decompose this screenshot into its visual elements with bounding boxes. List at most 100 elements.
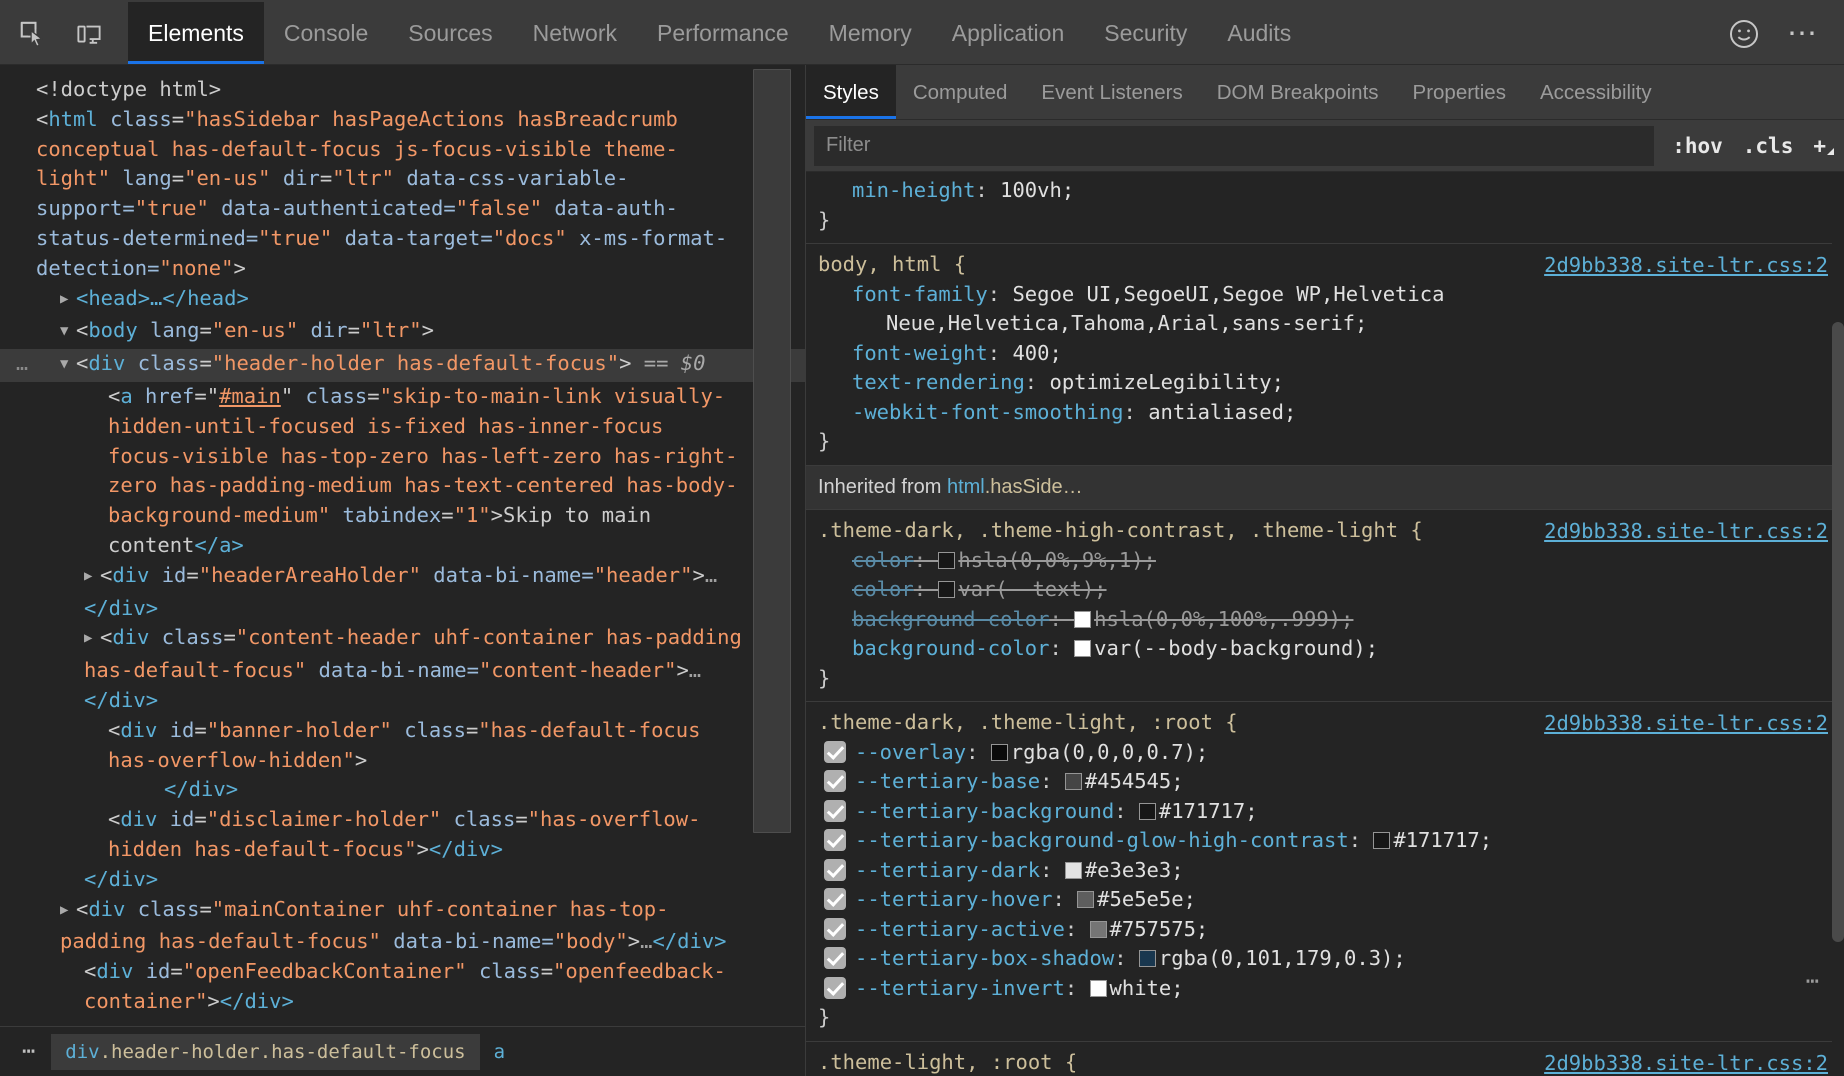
chevron-right-icon[interactable]: ▶ — [84, 624, 100, 654]
style-rule-origin-link[interactable]: 2d9bb338.site-ltr.css:2 — [1544, 251, 1828, 281]
tab-console[interactable]: Console — [264, 2, 388, 65]
declaration-webkit-font-smoothing[interactable]: -webkit-font-smoothing: antialiased; — [818, 398, 1834, 428]
declaration-color-var[interactable]: color: var(--text); — [818, 575, 1834, 605]
tab-event-listeners[interactable]: Event Listeners — [1024, 65, 1199, 120]
dom-gutter-overflow-icon[interactable]: … — [16, 349, 30, 379]
tab-memory[interactable]: Memory — [809, 2, 932, 65]
tab-sources[interactable]: Sources — [388, 2, 512, 65]
style-rule-selector[interactable]: body, html { — [818, 252, 966, 276]
dom-line-openfeedback[interactable]: <div id="openFeedbackContainer" class="o… — [14, 957, 745, 1017]
color-swatch[interactable] — [1077, 891, 1094, 908]
chevron-right-icon[interactable]: ▶ — [60, 896, 76, 926]
style-rule-body-html[interactable]: 2d9bb338.site-ltr.css:2 body, html { fon… — [806, 244, 1844, 466]
tab-properties[interactable]: Properties — [1396, 65, 1523, 120]
dom-line-html[interactable]: <html class="hasSidebar hasPageActions h… — [14, 105, 745, 284]
declaration-checkbox[interactable] — [824, 947, 846, 969]
style-rule-theme-light[interactable]: 2d9bb338.site-ltr.css:2 .theme-light, :r… — [806, 1042, 1844, 1076]
declaration-checkbox[interactable] — [824, 918, 846, 940]
declaration-overlay[interactable]: --overlay: rgba(0,0,0,0.7); — [818, 738, 1834, 768]
declaration-tertiary-box-shadow[interactable]: --tertiary-box-shadow: rgba(0,101,179,0.… — [818, 944, 1834, 974]
dom-line-selected-header-holder[interactable]: ▼<div class="header-holder has-default-f… — [0, 349, 805, 382]
declaration-text-rendering[interactable]: text-rendering: optimizeLegibility; — [818, 368, 1834, 398]
tab-audits[interactable]: Audits — [1207, 2, 1311, 65]
dom-line-body[interactable]: ▼<body lang="en-us" dir="ltr"> — [14, 316, 745, 349]
tab-computed[interactable]: Computed — [896, 65, 1025, 120]
color-swatch[interactable] — [1065, 862, 1082, 879]
dom-line-skip-link[interactable]: <a href="#main" class="skip-to-main-link… — [14, 382, 745, 561]
color-swatch[interactable] — [1090, 980, 1107, 997]
color-swatch[interactable] — [1074, 611, 1091, 628]
dom-tree-scrollbar-thumb[interactable] — [753, 69, 791, 833]
color-swatch[interactable] — [1139, 803, 1156, 820]
style-rule-origin-link[interactable]: 2d9bb338.site-ltr.css:2 — [1544, 517, 1828, 547]
styles-rules-list[interactable]: min-height: 100vh; } 2d9bb338.site-ltr.c… — [806, 172, 1844, 1076]
style-rule-origin-link[interactable]: 2d9bb338.site-ltr.css:2 — [1544, 709, 1828, 739]
color-swatch[interactable] — [1090, 921, 1107, 938]
dom-line-doctype[interactable]: <!doctype html> — [14, 75, 745, 105]
breadcrumb-overflow-icon[interactable]: ⋯ — [8, 1039, 51, 1064]
declaration-tertiary-active[interactable]: --tertiary-active: #757575; — [818, 915, 1834, 945]
style-rule-partial[interactable]: min-height: 100vh; } — [806, 172, 1844, 244]
color-swatch[interactable] — [1373, 832, 1390, 849]
declaration-tertiary-hover[interactable]: --tertiary-hover: #5e5e5e; — [818, 885, 1834, 915]
dom-line-content-header[interactable]: ▶<div class="content-header uhf-containe… — [14, 623, 745, 715]
tab-dom-breakpoints[interactable]: DOM Breakpoints — [1200, 65, 1396, 120]
chevron-down-icon[interactable]: ▼ — [60, 317, 76, 347]
tab-performance[interactable]: Performance — [637, 2, 809, 65]
declaration-checkbox[interactable] — [824, 829, 846, 851]
color-swatch[interactable] — [938, 552, 955, 569]
dom-line-headerareaholder[interactable]: ▶<div id="headerAreaHolder" data-bi-name… — [14, 561, 745, 624]
color-swatch[interactable] — [1074, 640, 1091, 657]
styles-filter-input[interactable] — [814, 126, 1654, 166]
style-rule-theme-colors[interactable]: 2d9bb338.site-ltr.css:2 .theme-dark, .th… — [806, 510, 1844, 702]
declaration-background-color-hsla[interactable]: background-color: hsla(0,0%,100%,.999); — [818, 605, 1834, 635]
chevron-down-icon[interactable]: ▼ — [60, 350, 76, 380]
declaration-background-color-var[interactable]: background-color: var(--body-background)… — [818, 634, 1834, 664]
dom-tree-scroll-area[interactable]: <!doctype html> <html class="hasSidebar … — [0, 65, 805, 1026]
dom-line-maincontainer[interactable]: ▶<div class="mainContainer uhf-container… — [14, 895, 745, 958]
declaration-min-height[interactable]: min-height: 100vh; — [818, 176, 1834, 206]
devtools-more-options-icon[interactable]: ⋯ — [1787, 28, 1820, 40]
style-rule-selector[interactable]: .theme-dark, .theme-light, :root { — [818, 710, 1238, 734]
declaration-tertiary-background[interactable]: --tertiary-background: #171717; — [818, 797, 1834, 827]
style-rule-origin-link[interactable]: 2d9bb338.site-ltr.css:2 — [1544, 1049, 1828, 1076]
declaration-checkbox[interactable] — [824, 888, 846, 910]
dom-line-head[interactable]: ▶<head>…</head> — [14, 284, 745, 317]
tab-network[interactable]: Network — [513, 2, 637, 65]
declaration-color-hsla[interactable]: color: hsla(0,0%,9%,1); — [818, 546, 1834, 576]
declaration-tertiary-base[interactable]: --tertiary-base: #454545; — [818, 767, 1834, 797]
toggle-pseudo-states-button[interactable]: :hov — [1662, 134, 1733, 158]
breadcrumb-item-a[interactable]: a — [480, 1034, 519, 1070]
breadcrumb-item-div-header-holder[interactable]: div.header-holder.has-default-focus — [51, 1034, 479, 1070]
declaration-checkbox[interactable] — [824, 859, 846, 881]
chevron-right-icon[interactable]: ▶ — [84, 562, 100, 592]
declaration-tertiary-background-glow-high-contrast[interactable]: --tertiary-background-glow-high-contrast… — [818, 826, 1834, 856]
chevron-right-icon[interactable]: ▶ — [60, 285, 76, 315]
style-rule-selector[interactable]: .theme-dark, .theme-high-contrast, .them… — [818, 518, 1423, 542]
declaration-checkbox[interactable] — [824, 800, 846, 822]
color-swatch[interactable] — [991, 744, 1008, 761]
color-swatch[interactable] — [1139, 950, 1156, 967]
tab-accessibility[interactable]: Accessibility — [1523, 65, 1669, 120]
dom-line-header-holder-close[interactable]: </div> — [14, 865, 745, 895]
declaration-font-family[interactable]: font-family: Segoe UI,SegoeUI,Segoe WP,H… — [818, 280, 1834, 310]
color-swatch[interactable] — [938, 581, 955, 598]
a-href-value[interactable]: #main — [219, 384, 281, 408]
element-classes-button[interactable]: .cls — [1733, 134, 1804, 158]
new-style-rule-button[interactable]: + — [1803, 134, 1844, 158]
declaration-checkbox[interactable] — [824, 741, 846, 763]
tab-application[interactable]: Application — [932, 2, 1085, 65]
dom-line-banner-holder[interactable]: <div id="banner-holder" class="has-defau… — [14, 716, 745, 776]
declaration-checkbox[interactable] — [824, 977, 846, 999]
style-rule-selector[interactable]: .theme-light, :root { — [818, 1050, 1077, 1074]
declaration-checkbox[interactable] — [824, 770, 846, 792]
rule-overflow-icon[interactable]: ⋯ — [1806, 967, 1822, 997]
dom-line-disclaimer-holder[interactable]: <div id="disclaimer-holder" class="has-o… — [14, 805, 745, 865]
declaration-tertiary-invert[interactable]: --tertiary-invert: white; — [818, 974, 1834, 1004]
style-rule-css-variables[interactable]: 2d9bb338.site-ltr.css:2 .theme-dark, .th… — [806, 702, 1844, 1042]
styles-scrollbar-thumb[interactable] — [1832, 322, 1844, 942]
tab-security[interactable]: Security — [1084, 2, 1207, 65]
device-toolbar-icon[interactable] — [72, 17, 106, 51]
declaration-font-weight[interactable]: font-weight: 400; — [818, 339, 1834, 369]
tab-elements[interactable]: Elements — [128, 2, 264, 65]
